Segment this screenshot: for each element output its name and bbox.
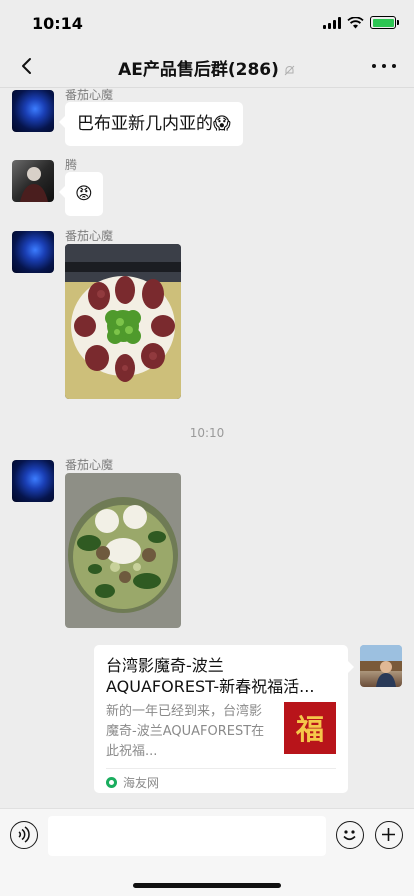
smile-icon bbox=[343, 830, 356, 841]
input-bar bbox=[0, 808, 414, 896]
sender-name: 番茄心魔 bbox=[65, 88, 114, 102]
person-photo-icon bbox=[360, 645, 402, 687]
sender-name: 番茄心魔 bbox=[65, 458, 114, 472]
avatar[interactable] bbox=[12, 90, 54, 132]
my-avatar[interactable] bbox=[360, 645, 402, 687]
sender-name: 腾 bbox=[65, 158, 78, 172]
food-photo bbox=[65, 244, 181, 399]
photo-message-soup-bowl[interactable] bbox=[65, 473, 181, 628]
avatar[interactable] bbox=[12, 460, 54, 502]
link-card[interactable]: 台湾影魔奇-波兰AQUAFOREST-新春祝福活... 新的一年已经到来，台湾影… bbox=[94, 645, 354, 793]
more-options-button[interactable] bbox=[372, 58, 396, 74]
timestamp: 10:10 bbox=[189, 426, 225, 440]
chat-title-wrap: AE产品售后群(286) bbox=[0, 55, 414, 80]
sender-name: 番茄心魔 bbox=[65, 229, 114, 243]
person-silhouette-icon bbox=[20, 167, 48, 202]
mute-bell-icon bbox=[284, 65, 295, 75]
link-card-source-name: 海友网 bbox=[123, 776, 160, 790]
avatar[interactable] bbox=[12, 160, 54, 202]
link-card-title: 台湾影魔奇-波兰AQUAFOREST-新春祝福活... bbox=[106, 656, 315, 696]
status-time: 10:14 bbox=[32, 14, 83, 33]
link-card-description: 新的一年已经到来，台湾影魔奇-波兰AQUAFOREST在此祝福... bbox=[106, 704, 265, 759]
more-actions-button[interactable] bbox=[375, 821, 403, 849]
chat-title: AE产品售后群(286) bbox=[118, 60, 279, 80]
source-app-icon bbox=[106, 777, 117, 788]
status-icons bbox=[323, 16, 399, 29]
avatar[interactable] bbox=[12, 231, 54, 273]
battery-icon bbox=[370, 16, 399, 29]
voice-input-button[interactable] bbox=[10, 821, 38, 849]
wifi-icon bbox=[347, 16, 364, 28]
voice-wave-icon bbox=[18, 826, 30, 843]
link-card-source: 海友网 bbox=[106, 768, 336, 791]
link-card-thumbnail: 福 bbox=[284, 702, 336, 754]
plus-icon bbox=[382, 828, 395, 841]
cellular-signal-icon bbox=[323, 16, 341, 29]
message-input[interactable] bbox=[48, 816, 326, 856]
chat-header: AE产品售后群(286) bbox=[0, 44, 414, 88]
message-bubble[interactable]: 😡 bbox=[59, 172, 103, 216]
emoji-button[interactable] bbox=[336, 821, 364, 849]
food-photo bbox=[65, 473, 181, 628]
chat-area[interactable]: 番茄心魔 巴布亚新几内亚的😱 腾 😡 番茄心魔 10:10 番茄心魔 台湾影魔奇… bbox=[0, 88, 414, 808]
photo-message-steak-plate[interactable] bbox=[65, 244, 181, 399]
message-bubble[interactable]: 巴布亚新几内亚的😱 bbox=[59, 102, 243, 146]
home-indicator bbox=[133, 883, 281, 888]
fu-character: 福 bbox=[295, 713, 324, 746]
status-bar: 10:14 bbox=[0, 0, 414, 44]
